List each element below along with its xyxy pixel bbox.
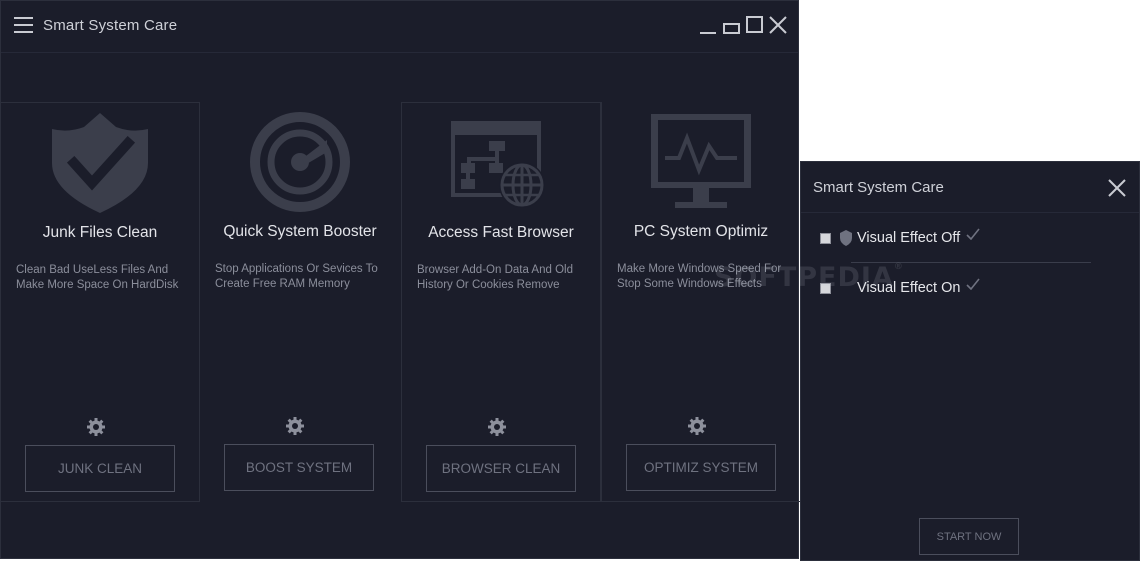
browser-clean-button[interactable]: BROWSER CLEAN [426,445,576,492]
card-title: PC System Optimiz [633,223,769,240]
junk-files-card: Junk Files Clean Clean Bad UseLess Files… [0,102,200,502]
browser-network-icon [449,113,555,217]
junk-clean-button[interactable]: JUNK CLEAN [25,445,175,492]
card-description: Browser Add-On Data And Old History Or Co… [417,264,573,291]
restore-icon[interactable] [721,15,743,37]
dialog-title: Smart System Care [813,179,944,196]
gear-icon[interactable] [285,416,305,436]
boost-system-button[interactable]: BOOST SYSTEM [224,444,374,491]
card-title: Quick System Booster [223,223,377,240]
card-description: Make More Windows Speed For Stop Some Win… [617,263,782,290]
checkmark-icon [966,228,980,240]
maximize-icon[interactable] [744,15,766,37]
card-description: Stop Applications Or Sevices To Create Fr… [215,263,378,290]
dialog-close-icon[interactable] [1107,178,1127,198]
app-title: Smart System Care [43,17,178,34]
gear-icon[interactable] [687,416,707,436]
shield-icon [840,230,852,246]
visual-effect-off-option[interactable]: Visual Effect Off [820,228,980,248]
card-title: Access Fast Browser [428,224,574,241]
visual-effect-on-checkbox[interactable] [820,282,831,294]
speed-dial-icon [247,112,353,216]
monitor-pulse-icon [649,112,755,216]
pc-optimize-card: PC System Optimiz Make More Windows Spee… [601,102,800,502]
visual-effect-off-label: Visual Effect Off [857,230,961,246]
optimiz-system-button[interactable]: OPTIMIZ SYSTEM [626,444,776,491]
visual-effect-off-checkbox[interactable] [820,232,831,244]
hamburger-menu-icon[interactable] [14,17,34,33]
start-now-button[interactable]: START NOW [919,518,1019,555]
dialog-title-bar: Smart System Care [801,162,1139,213]
main-window: Smart System Care Junk Files Clean Clean… [0,0,800,559]
visual-effect-on-option[interactable]: Visual Effect On [820,278,981,298]
visual-effects-dialog: Smart System Care Visual Effect Off Visu… [800,161,1140,561]
minimize-icon[interactable] [698,15,720,37]
card-description: Clean Bad UseLess Files And Make More Spa… [16,264,179,291]
shield-check-icon [48,113,154,217]
quick-booster-card: Quick System Booster Stop Applications O… [200,102,400,502]
fast-browser-card: Access Fast Browser Browser Add-On Data … [401,102,601,502]
visual-effect-on-label: Visual Effect On [857,280,961,296]
checkmark-icon [966,278,981,290]
gear-icon[interactable] [487,417,507,437]
close-icon[interactable] [767,15,789,37]
options-divider [851,262,1091,263]
card-title: Junk Files Clean [42,224,158,241]
title-bar: Smart System Care [1,1,798,53]
gear-icon[interactable] [86,417,106,437]
